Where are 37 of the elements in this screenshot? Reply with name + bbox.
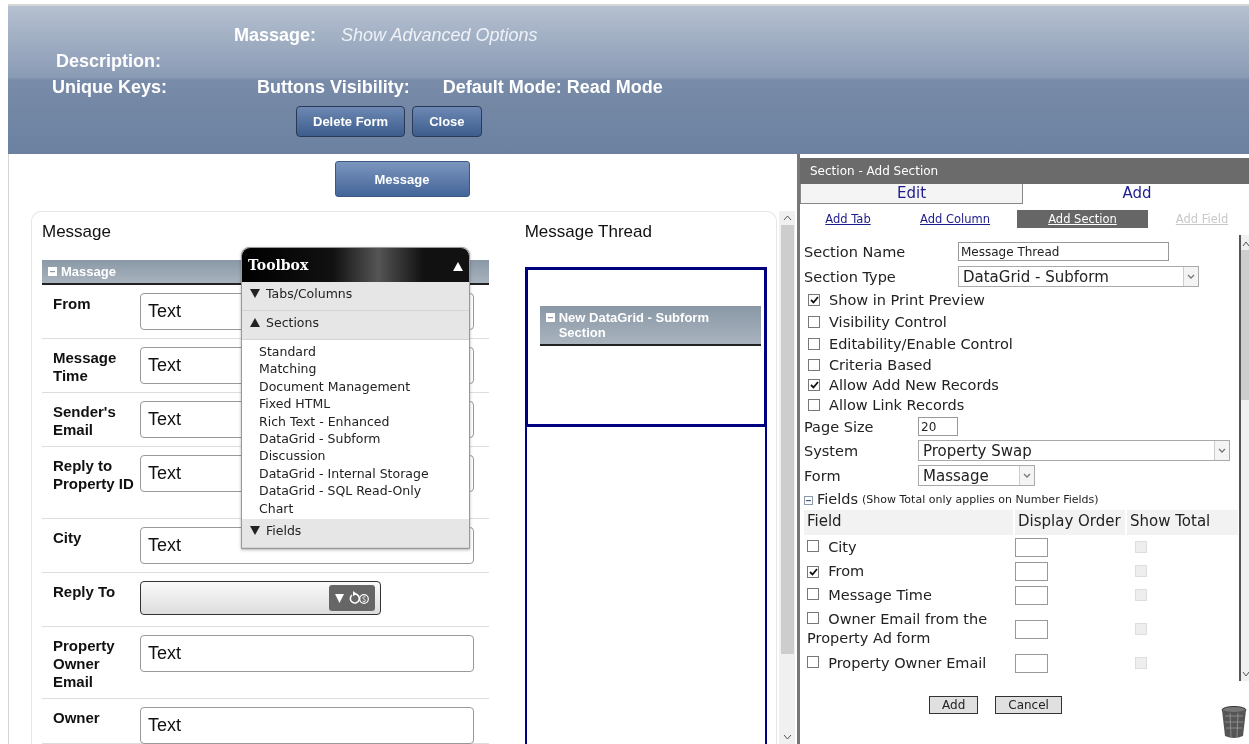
field-label: Sender's Email [53, 401, 117, 438]
form-label: Massage: [234, 24, 317, 46]
field-option: City [807, 537, 857, 557]
field-option: From [807, 561, 865, 581]
fields-heading: Fields [817, 491, 859, 507]
default-mode-label: Default Mode: Read Mode [442, 76, 663, 98]
field-label: City [53, 527, 83, 548]
field-label: Section Type [804, 268, 897, 285]
field-option: Property Owner Email [807, 653, 987, 673]
column-header: Display Order [1015, 510, 1125, 535]
column-header: Show Total [1127, 510, 1238, 535]
panel-title: Section - Add Section [800, 158, 1249, 184]
field-label: Reply to Property ID [53, 455, 135, 494]
field-option: Owner Email from the Property Ad form [807, 610, 1013, 648]
option-label: Criteria Based [829, 357, 932, 373]
field-label: Form [804, 467, 842, 484]
field-label: From [53, 293, 92, 314]
option-label: Allow Link Records [829, 397, 965, 413]
option-label: Editability/Enable Control [829, 336, 1013, 352]
field-label: Property Owner Email [53, 635, 116, 690]
field-label: Message Time [53, 347, 118, 384]
field-label: Page Size [804, 418, 875, 435]
column-header: Field [804, 510, 1013, 535]
column-title: Message [42, 221, 112, 243]
fields-note: (Show Total only applies on Number Fields) [862, 492, 1099, 506]
field-label: Section Name [804, 243, 907, 260]
field-label: Reply To [53, 581, 117, 602]
description-label: Description: [56, 50, 161, 72]
column-title: Message Thread [524, 221, 653, 243]
field-option: Message Time [807, 585, 932, 605]
field-label: System [804, 442, 860, 459]
option-label: Show in Print Preview [829, 292, 985, 308]
field-label: Owner [53, 707, 101, 728]
buttons-visibility-label: Buttons Visibility: [257, 76, 410, 98]
unique-keys-label: Unique Keys: [52, 76, 168, 98]
option-label: Allow Add New Records [829, 377, 999, 393]
option-label: Visibility Control [829, 314, 947, 330]
